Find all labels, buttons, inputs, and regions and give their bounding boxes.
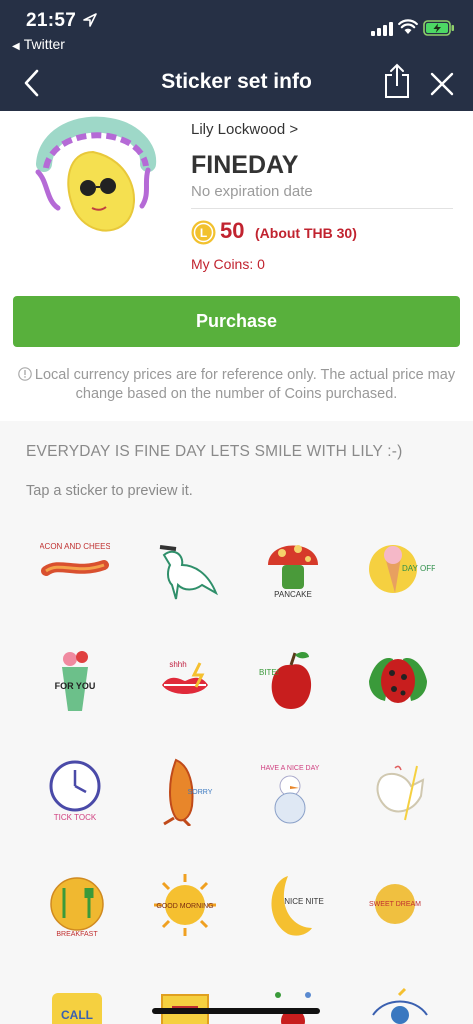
sticker-text: FOR YOU (55, 681, 96, 691)
divider (191, 208, 453, 209)
sticker-text: HAVE A NICE DAY (261, 765, 320, 772)
price-local-currency: (About THB 30) (255, 225, 357, 241)
sticker-sorry-lobster[interactable]: SORRY (150, 756, 220, 826)
battery-charging-icon (423, 20, 454, 36)
sticker-sweet-dream[interactable]: SWEET DREAM (363, 870, 433, 940)
sticker-dinosaur[interactable] (150, 535, 220, 605)
sticker-bacon-and-cheese[interactable]: BACON AND CHEESE (40, 535, 110, 605)
sticker-cherry[interactable] (258, 985, 328, 1024)
svg-text:L: L (200, 226, 207, 240)
sticker-good-morning-sun[interactable]: GOOD MORNING (150, 870, 220, 940)
sticker-day-off[interactable]: DAY OFF (365, 535, 435, 605)
my-coins-balance: My Coins: 0 (191, 256, 265, 272)
sticker-text: NICE NITE (284, 897, 324, 906)
expiry-text: No expiration date (191, 183, 313, 200)
back-triangle-icon: ◀ (12, 41, 20, 52)
sticker-ladybug[interactable] (363, 645, 433, 715)
home-indicator (152, 1008, 320, 1014)
currency-notice: Local currency prices are for reference … (14, 366, 459, 404)
coin-icon: L (191, 220, 216, 245)
sticker-tick-tock-clock[interactable]: TICK TOCK (40, 756, 110, 826)
sticker-text: CALL (61, 1008, 93, 1022)
sticker-text: BREAKFAST (56, 931, 98, 938)
sticker-frame[interactable] (150, 985, 220, 1024)
status-bar: 21:57 ◀ Twitter (0, 0, 473, 60)
sticker-text: BITE! (259, 668, 279, 677)
sticker-text: SORRY (188, 789, 213, 796)
share-icon[interactable] (381, 62, 413, 100)
sticker-eye[interactable] (365, 985, 435, 1024)
sticker-text: shhh (169, 660, 186, 669)
back-app-label: Twitter (23, 36, 65, 52)
info-icon (18, 367, 32, 381)
sticker-text: GOOD MORNING (156, 903, 213, 910)
sticker-text: BACON AND CHEESE (40, 542, 110, 551)
sticker-text: SWEET DREAM (369, 901, 421, 908)
cellular-signal-icon (371, 22, 393, 36)
back-to-app-link[interactable]: ◀ Twitter (12, 36, 65, 52)
sticker-call[interactable]: CALL (42, 985, 112, 1024)
sticker-for-you[interactable]: FOR YOU (40, 645, 110, 715)
sticker-set-description: EVERYDAY IS FINE DAY LETS SMILE WITH LIL… (26, 443, 403, 460)
purchase-button[interactable]: Purchase (13, 296, 460, 347)
sticker-shhh-lips[interactable]: shhh (150, 645, 220, 715)
sticker-text: PANCAKE (274, 590, 312, 599)
location-arrow-icon (83, 13, 97, 27)
sticker-text: TICK TOCK (54, 813, 97, 822)
sticker-apple-bite[interactable]: BITE! (255, 645, 325, 715)
top-bar: 21:57 ◀ Twitter Sticker set info (0, 0, 473, 111)
wifi-icon (398, 19, 418, 34)
sticker-nice-nite-moon[interactable]: NICE NITE (258, 870, 328, 940)
author-link[interactable]: Lily Lockwood > (191, 121, 298, 138)
tap-hint: Tap a sticker to preview it. (26, 483, 193, 499)
sticker-text: DAY OFF (402, 564, 435, 573)
sticker-pancake-mushroom[interactable]: PANCAKE (258, 535, 328, 605)
price-coins: 50 (220, 218, 245, 243)
clock: 21:57 (26, 10, 77, 31)
sticker-nice-day-snowman[interactable]: HAVE A NICE DAY (255, 756, 325, 826)
sticker-breakfast[interactable]: BREAKFAST (42, 870, 112, 940)
close-icon[interactable] (428, 70, 456, 98)
sticker-set-title: FINEDAY (191, 151, 299, 179)
sticker-bye-hand[interactable] (365, 756, 435, 826)
main-sticker-image (35, 116, 157, 232)
notice-text: Local currency prices are for reference … (34, 367, 456, 402)
